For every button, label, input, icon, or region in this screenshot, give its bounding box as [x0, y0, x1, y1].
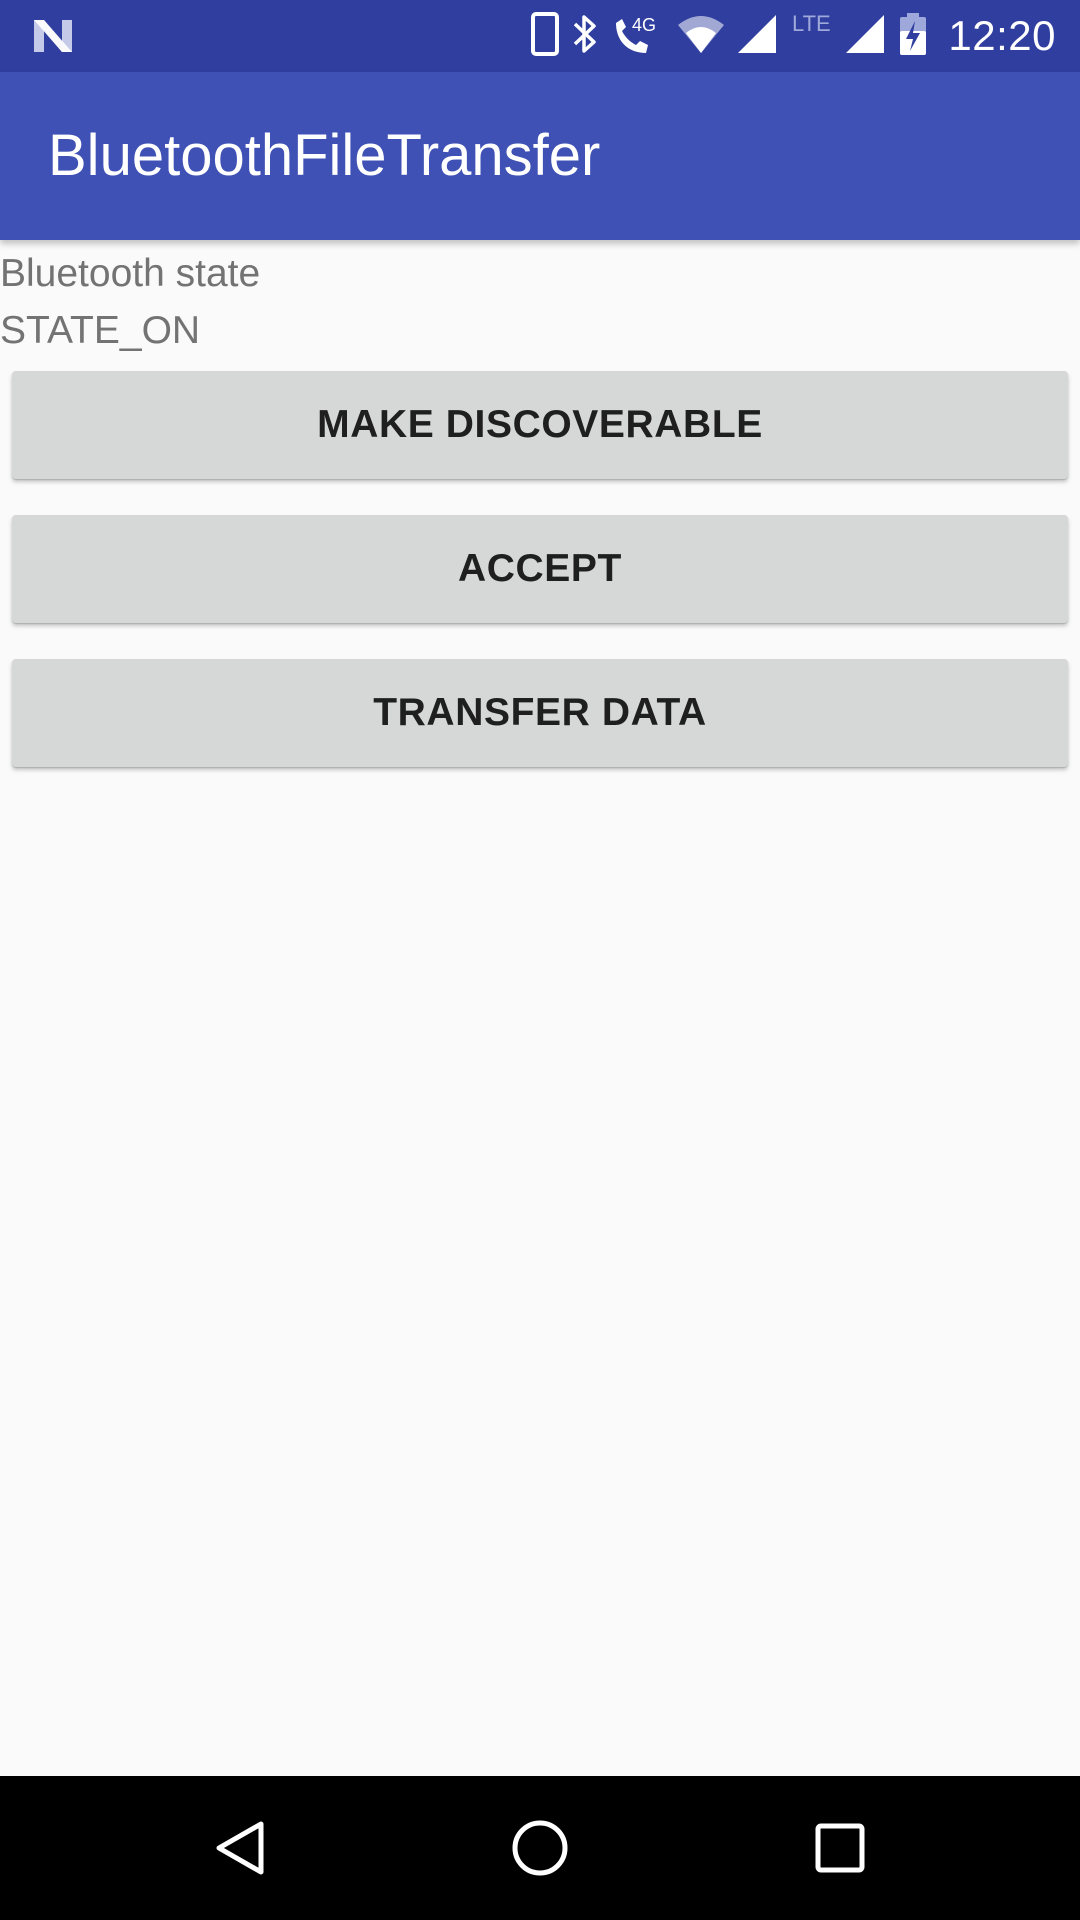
- make-discoverable-button[interactable]: MAKE DISCOVERABLE: [12, 371, 1068, 479]
- accept-button[interactable]: ACCEPT: [12, 515, 1068, 623]
- lte-label: LTE: [792, 11, 831, 36]
- lte-signal-icon: LTE: [790, 11, 888, 62]
- accept-label: ACCEPT: [458, 547, 622, 590]
- status-icons: 4G LTE 12:20: [530, 0, 1056, 72]
- status-clock: 12:20: [948, 12, 1056, 59]
- main-content: Bluetooth state STATE_ON MAKE DISCOVERAB…: [0, 240, 1080, 1776]
- make-discoverable-label: MAKE DISCOVERABLE: [317, 403, 763, 446]
- recents-icon: [815, 1823, 865, 1873]
- phone-icon: [530, 11, 560, 62]
- app-bar: BluetoothFileTransfer: [0, 72, 1080, 240]
- bluetooth-state-label: Bluetooth state: [0, 252, 261, 295]
- bluetooth-icon: [570, 11, 600, 62]
- nav-home-button[interactable]: [470, 1776, 610, 1920]
- transfer-data-label: TRANSFER DATA: [373, 691, 707, 734]
- transfer-data-button[interactable]: TRANSFER DATA: [12, 659, 1068, 767]
- notification-n-icon: [30, 14, 76, 58]
- call-4g-icon: 4G: [610, 11, 666, 62]
- nav-recents-button[interactable]: [770, 1776, 910, 1920]
- bluetooth-state-value: STATE_ON: [0, 309, 201, 352]
- back-icon: [216, 1821, 264, 1875]
- battery-charging-icon: [898, 11, 928, 62]
- wifi-icon: [676, 11, 726, 62]
- navigation-bar: [0, 1776, 1080, 1920]
- network-label: 4G: [632, 15, 656, 35]
- screen: 4G LTE 12:20 BluetoothFileTransfer Bluet…: [0, 0, 1080, 1920]
- app-title: BluetoothFileTransfer: [48, 123, 601, 188]
- home-icon: [512, 1820, 568, 1876]
- signal-icon: [736, 11, 780, 62]
- status-bar: 4G LTE 12:20: [0, 0, 1080, 72]
- nav-back-button[interactable]: [171, 1776, 311, 1920]
